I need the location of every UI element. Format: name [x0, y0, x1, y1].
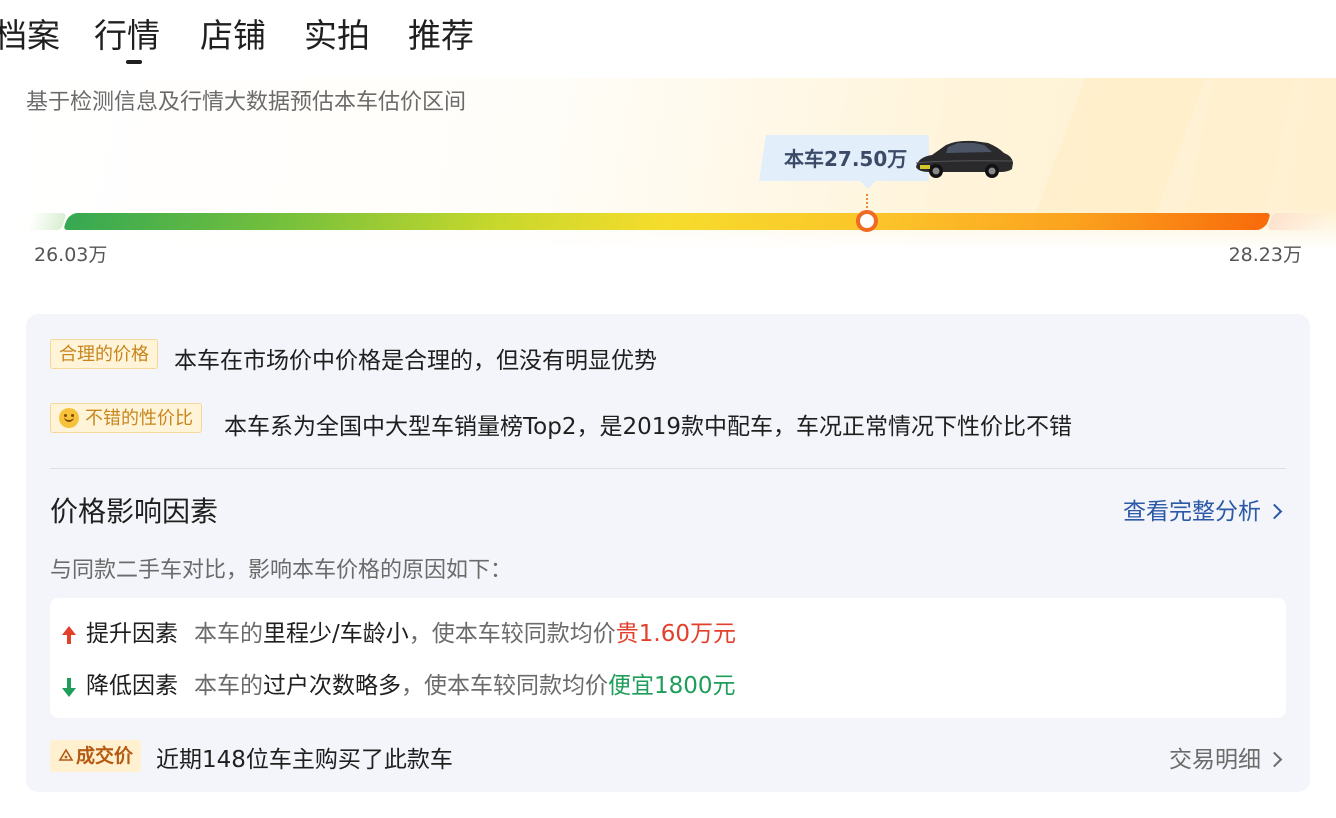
value-tag: 不错的性价比	[50, 403, 202, 433]
chevron-right-icon	[1266, 751, 1283, 768]
smiley-icon	[59, 408, 79, 428]
tab-photos[interactable]: 实拍	[304, 14, 370, 58]
valuation-description: 基于检测信息及行情大数据预估本车估价区间	[26, 90, 467, 115]
arrow-up-icon	[62, 626, 76, 644]
tab-bar: 档案 行情 店铺 实拍 推荐	[0, 0, 1336, 70]
transaction-details-link[interactable]: 交易明细	[1169, 740, 1283, 774]
deal-price-tag: 成交价	[50, 740, 142, 772]
factor-row-up: 提升因素 本车的里程少/车龄小，使本车较同款均价贵1.60万元	[62, 614, 736, 648]
tab-store[interactable]: 店铺	[200, 14, 266, 58]
value-text: 本车系为全国中大型车销量榜Top2，是2019款中配车，车况正常情况下性价比不错	[224, 414, 1072, 440]
background-decoration	[1030, 78, 1206, 228]
price-min-label: 26.03万	[34, 244, 108, 266]
deal-summary: 近期148位车主购买了此款车	[156, 747, 453, 773]
factors-description: 与同款二手车对比，影响本车价格的原因如下：	[50, 558, 513, 583]
current-price-label: 本车27.50万	[784, 147, 908, 171]
price-range-bar	[63, 213, 1271, 230]
factor-down-value: 便宜1800元	[608, 673, 736, 699]
reasonable-price-text: 本车在市场价中价格是合理的，但没有明显优势	[174, 348, 657, 374]
factor-up-value: 贵1.60万元	[615, 621, 736, 647]
active-tab-indicator	[126, 60, 142, 64]
factor-row-down: 降低因素 本车的过户次数略多，使本车较同款均价便宜1800元	[62, 666, 736, 700]
factors-list: 提升因素 本车的里程少/车龄小，使本车较同款均价贵1.60万元 降低因素 本车的过户…	[50, 598, 1286, 718]
price-tag-icon	[58, 748, 74, 761]
current-price-marker	[856, 210, 878, 232]
car-icon	[915, 140, 1013, 178]
tab-archive[interactable]: 档案	[0, 14, 60, 58]
tab-recommend[interactable]: 推荐	[408, 14, 474, 58]
tab-market[interactable]: 行情	[94, 14, 160, 64]
arrow-down-icon	[62, 678, 76, 697]
divider	[50, 468, 1286, 469]
price-max-label: 28.23万	[1228, 244, 1302, 266]
section-title: 价格影响因素	[50, 495, 219, 528]
background-decoration	[1182, 78, 1294, 228]
reasonable-price-tag: 合理的价格	[50, 339, 158, 369]
chevron-right-icon	[1266, 503, 1283, 520]
view-full-analysis-link[interactable]: 查看完整分析	[1123, 492, 1283, 526]
